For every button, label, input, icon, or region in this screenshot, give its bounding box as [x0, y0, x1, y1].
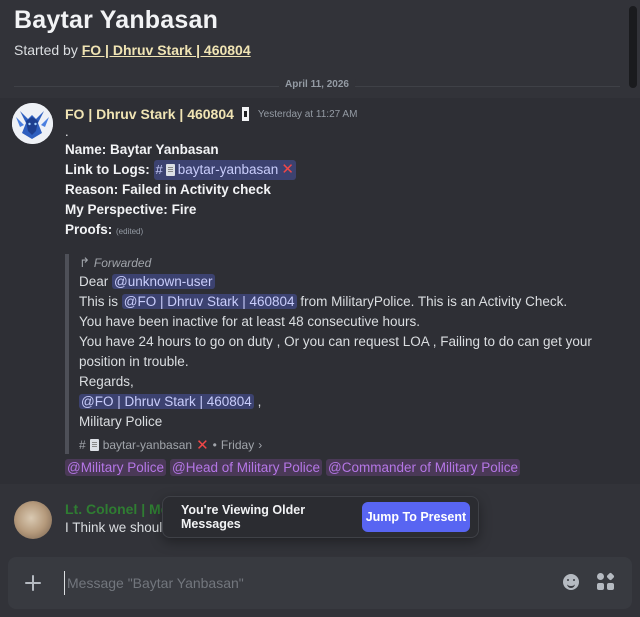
older-messages-label: You're Viewing Older Messages	[181, 503, 306, 531]
cross-mark-icon: ✕	[281, 161, 294, 178]
date-divider-label: April 11, 2026	[279, 79, 355, 90]
role-mention-military-police[interactable]: @Military Police	[65, 459, 166, 476]
scrollbar-thumb[interactable]	[629, 6, 637, 88]
forward-from-rest: from MilitaryPolice. This is an Activity…	[300, 294, 568, 309]
forward-deadline-line: You have 24 hours to go on duty , Or you…	[79, 334, 592, 369]
thread-title: Baytar Yanbasan	[14, 6, 219, 34]
forward-inactive-line: You have been inactive for at least 48 c…	[79, 314, 420, 329]
forwarded-message: ↱ Forwarded Dear @unknown-user This is @…	[65, 254, 605, 454]
hash-icon: #	[79, 438, 86, 452]
jump-to-present-button[interactable]: Jump To Present	[361, 502, 470, 532]
forward-dear-line: Dear @unknown-user	[79, 272, 605, 292]
user-mention-signature[interactable]: @FO | Dhruv Stark | 460804	[79, 394, 254, 409]
emoji-icon[interactable]	[563, 574, 579, 590]
channel-mention[interactable]: # baytar-yanbasan ✕	[153, 160, 296, 180]
proofs-line: Proofs: (edited)	[65, 220, 628, 242]
avatar[interactable]	[14, 501, 52, 539]
forward-signature-line: @FO | Dhruv Stark | 460804 ,	[79, 392, 605, 412]
channel-mention-name: baytar-yanbasan	[177, 162, 279, 177]
chevron-right-icon: ›	[258, 438, 263, 452]
started-by: Started by FO | Dhruv Stark | 460804	[14, 42, 251, 58]
forward-arrow-icon: ↱	[79, 255, 90, 270]
hash-icon: #	[155, 162, 163, 177]
older-messages-bar: You're Viewing Older Messages Jump To Pr…	[162, 496, 479, 538]
phone-role-icon	[241, 107, 249, 121]
date-divider: April 11, 2026	[14, 79, 620, 90]
cross-mark-icon: ✕	[196, 437, 209, 454]
started-by-prefix: Started by	[14, 42, 78, 58]
message-author[interactable]: Lt. Colonel | Me	[65, 501, 168, 517]
forward-team: Military Police	[79, 414, 163, 429]
logs-line: Link to Logs: # baytar-yanbasan ✕	[65, 160, 628, 180]
message-input[interactable]	[64, 571, 534, 595]
reason-value: Failed in Activity check	[122, 182, 271, 197]
message-composer	[8, 557, 632, 609]
message-text: I Think we shoul	[65, 520, 163, 535]
apps-icon[interactable]	[597, 572, 615, 591]
reason-label: Reason:	[65, 182, 119, 197]
edited-tag: (edited)	[116, 227, 144, 236]
perspective-label: My Perspective:	[65, 202, 168, 217]
avatar[interactable]	[12, 103, 53, 144]
forward-intro-line: This is @FO | Dhruv Stark | 460804 from …	[79, 292, 605, 312]
message-dot: .	[65, 124, 69, 139]
thread-header: Baytar Yanbasan Started by FO | Dhruv St…	[14, 6, 251, 58]
user-mention-unknown[interactable]: @unknown-user	[112, 274, 215, 289]
name-label: Name:	[65, 142, 107, 157]
forward-regards: Regards,	[79, 374, 134, 389]
proofs-label: Proofs:	[65, 222, 113, 237]
role-mention-head[interactable]: @Head of Military Police	[169, 459, 322, 476]
role-mention-commander[interactable]: @Commander of Military Police	[326, 459, 521, 476]
forwarded-label-text: Forwarded	[93, 256, 152, 270]
user-mention-author[interactable]: @FO | Dhruv Stark | 460804	[121, 294, 297, 309]
perspective-value: Fire	[171, 202, 197, 217]
forward-sign-comma: ,	[257, 394, 262, 409]
message-timestamp[interactable]: Yesterday at 11:27 AM	[258, 109, 358, 120]
document-icon	[89, 439, 99, 451]
name-line: Name: Baytar Yanbasan	[65, 140, 628, 160]
reason-line: Reason: Failed in Activity check	[65, 180, 628, 200]
forward-dear: Dear	[79, 274, 109, 289]
document-icon	[165, 164, 175, 176]
forward-this-is: This is	[79, 294, 119, 309]
wolf-logo-icon	[12, 103, 53, 144]
plus-icon[interactable]	[22, 572, 44, 594]
separator-dot: •	[212, 438, 217, 452]
message-author[interactable]: FO | Dhruv Stark | 460804	[65, 106, 234, 122]
message-item: FO | Dhruv Stark | 460804 Yesterday at 1…	[0, 98, 640, 484]
name-value: Baytar Yanbasan	[110, 142, 219, 157]
forward-source-channel: baytar-yanbasan	[102, 438, 193, 452]
started-by-user-link[interactable]: FO | Dhruv Stark | 460804	[82, 42, 251, 58]
role-mentions: @Military Police @Head of Military Polic…	[65, 459, 521, 476]
message-body: FO | Dhruv Stark | 460804 Yesterday at 1…	[65, 105, 628, 242]
forwarded-label: ↱ Forwarded	[79, 254, 605, 272]
forward-source-day: Friday	[220, 438, 255, 452]
perspective-line: My Perspective: Fire	[65, 200, 628, 220]
message-header: FO | Dhruv Stark | 460804 Yesterday at 1…	[65, 105, 628, 123]
forward-source-footer[interactable]: # baytar-yanbasan ✕ • Friday ›	[79, 436, 605, 454]
logs-label: Link to Logs:	[65, 162, 150, 177]
